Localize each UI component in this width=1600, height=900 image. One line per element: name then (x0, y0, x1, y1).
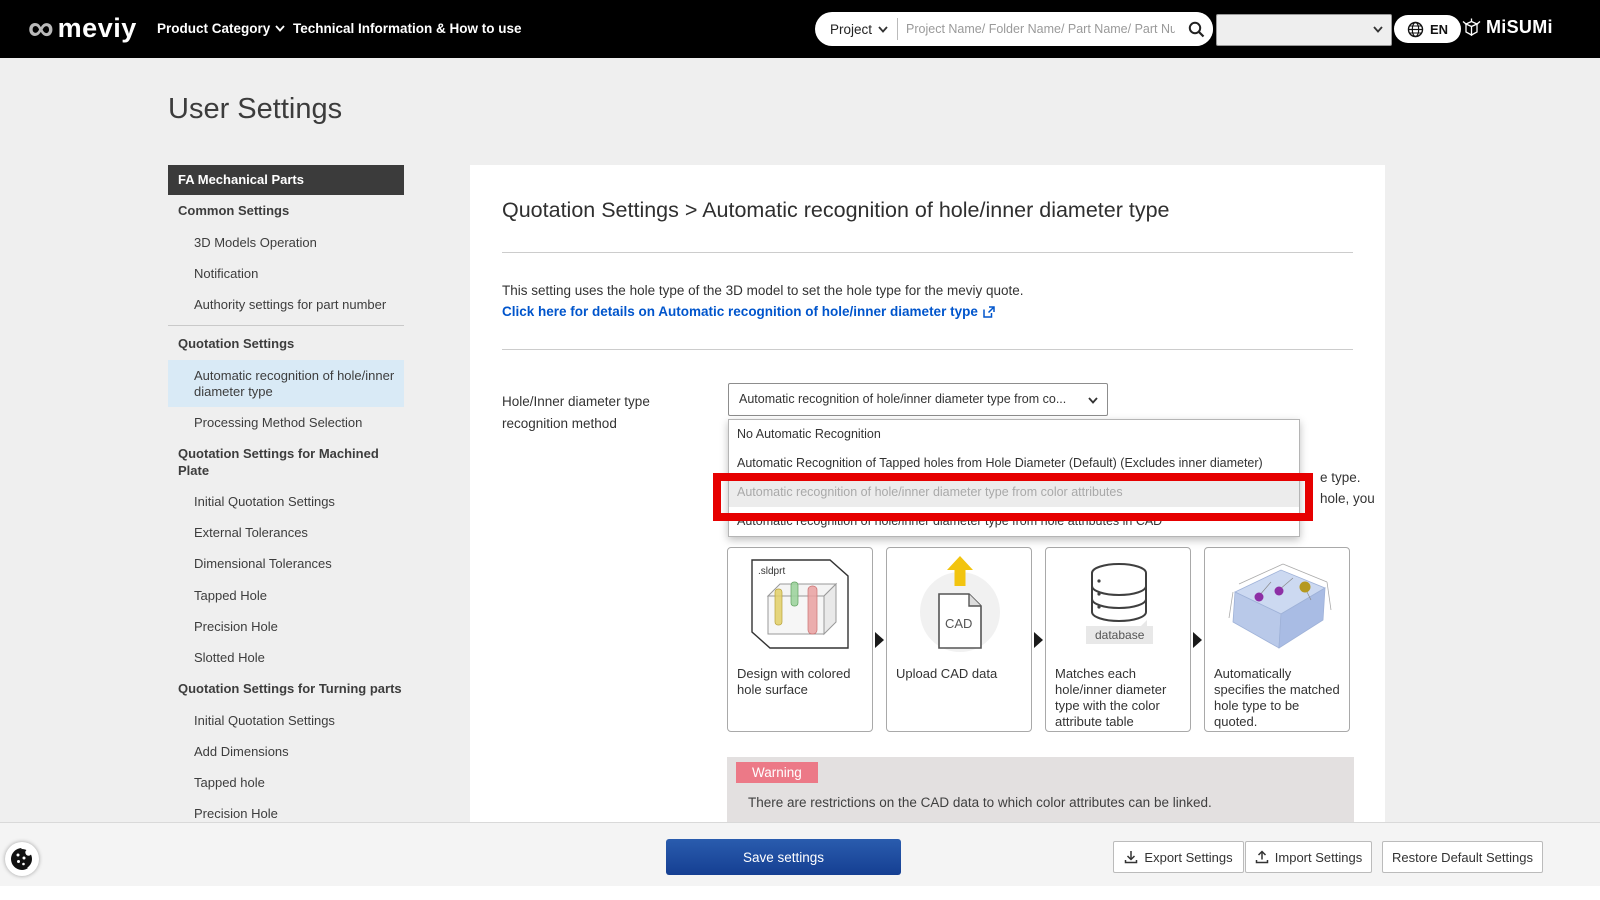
chevron-down-icon (878, 25, 888, 33)
card-caption: Automatically specifies the matched hole… (1214, 666, 1340, 729)
svg-text:.sldprt: .sldprt (758, 566, 785, 577)
divider (502, 349, 1353, 350)
sidebar-item[interactable]: Authority settings for part number (168, 289, 404, 320)
sidebar-item: FA Mechanical Parts (168, 165, 404, 196)
top-navbar: ∞ meviy Product Category Technical Infor… (0, 0, 1600, 58)
meviy-logo[interactable]: ∞ meviy (28, 7, 137, 48)
search-scope-select[interactable]: Project (815, 22, 897, 37)
warning-badge: Warning (736, 762, 818, 783)
sidebar-item[interactable]: Processing Method Selection (168, 407, 404, 438)
quoted-part-icon (1228, 563, 1332, 649)
page-title: User Settings (168, 93, 343, 125)
save-settings-button[interactable]: Save settings (666, 839, 901, 875)
sidebar-item[interactable]: External Tolerances (168, 517, 404, 548)
warning-text: There are restrictions on the CAD data t… (748, 795, 1212, 810)
obscured-text-fragment: hole, you (1320, 491, 1375, 506)
cookie-icon (11, 848, 32, 870)
export-settings-button[interactable]: Export Settings (1113, 841, 1244, 873)
sidebar: FA Mechanical Parts Common Settings 3D Mod… (168, 165, 404, 892)
selected-value: Automatic recognition of hole/inner diam… (739, 392, 1067, 406)
restore-default-settings-button[interactable]: Restore Default Settings (1382, 841, 1543, 873)
obscured-text-fragment: e type. (1320, 470, 1361, 485)
sldprt-cube-icon: .sldprt (751, 559, 849, 649)
sidebar-item[interactable]: Initial Quotation Settings (168, 486, 404, 517)
sidebar-item[interactable]: Add Dimensions (168, 736, 404, 767)
language-label: EN (1430, 21, 1449, 37)
sidebar-item[interactable]: Quotation Settings for Turning parts (168, 673, 404, 704)
card-color-attribute-match: database Matches each hole/inner diamete… (1045, 547, 1191, 732)
sidebar-item[interactable]: Precision Hole (168, 611, 404, 642)
meviy-logo-mark-icon: ∞ (28, 7, 54, 48)
sidebar-item[interactable]: Common Settings (168, 195, 404, 226)
cad-file-icon: CAD (938, 593, 982, 649)
sidebar-item[interactable]: Initial Quotation Settings (168, 705, 404, 736)
sidebar-item[interactable]: Quotation Settings for Machined Plate (168, 438, 404, 486)
sidebar-item[interactable]: Slotted Hole (168, 642, 404, 673)
search-icon (1188, 21, 1204, 37)
database-label: database (1086, 620, 1154, 644)
misumi-logo-text: MiSUMi (1486, 17, 1553, 37)
misumi-box-icon (1462, 18, 1481, 37)
card-caption: Design with colored hole surface (737, 666, 851, 697)
external-link-icon (983, 305, 995, 318)
language-switcher[interactable]: EN (1394, 15, 1462, 43)
card-design-colored-holes: .sldprt Design with colored hole surface (727, 547, 873, 732)
step-arrow-icon (873, 547, 886, 732)
download-icon (1125, 851, 1138, 864)
header-dropdown[interactable] (1216, 14, 1392, 46)
action-footer: Save settings Export Settings Import Set… (0, 822, 1600, 886)
recognition-method-select[interactable]: Automatic recognition of hole/inner diam… (728, 383, 1108, 416)
chevron-down-icon (1373, 26, 1383, 33)
card-caption: Upload CAD data (896, 666, 998, 681)
global-search: Project (815, 12, 1213, 46)
nav-technical-information[interactable]: Technical Information & How to use (293, 21, 522, 36)
divider (502, 252, 1353, 253)
step-arrow-icon (1191, 547, 1204, 732)
process-cards: .sldprt Design with colored hole surface… (727, 547, 1350, 732)
search-button[interactable] (1179, 12, 1213, 46)
sidebar-item[interactable]: Tapped Hole (168, 580, 404, 611)
meviy-logo-text: meviy (57, 12, 137, 43)
import-settings-button[interactable]: Import Settings (1245, 841, 1372, 873)
card-caption: Matches each hole/inner diameter type wi… (1055, 666, 1167, 729)
nav-product-category[interactable]: Product Category (157, 21, 285, 36)
details-link[interactable]: Click here for details on Automatic reco… (502, 304, 995, 319)
upload-icon (1255, 850, 1269, 864)
chevron-down-icon (1088, 397, 1098, 404)
red-highlight-annotation (713, 473, 1313, 521)
sidebar-item[interactable]: Quotation Settings (168, 328, 404, 359)
card-auto-quote: Automatically specifies the matched hole… (1204, 547, 1350, 732)
sidebar-item[interactable]: Dimensional Tolerances (168, 548, 404, 579)
globe-icon (1407, 21, 1424, 37)
sidebar-divider (168, 325, 404, 327)
card-upload-cad: CAD Upload CAD data (886, 547, 1032, 732)
sidebar-item[interactable]: 3D Models Operation (168, 227, 404, 258)
search-input[interactable] (898, 22, 1179, 36)
content-panel: Quotation Settings > Automatic recogniti… (470, 165, 1385, 865)
database-icon (1091, 563, 1147, 622)
svg-text:CAD: CAD (945, 616, 972, 631)
dropdown-option[interactable]: No Automatic Recognition (729, 420, 1299, 449)
misumi-logo[interactable]: MiSUMi (1462, 17, 1553, 38)
recognition-method-label: Hole/Inner diameter type recognition met… (502, 394, 650, 431)
upload-arrow-icon (947, 556, 973, 586)
chevron-down-icon (275, 25, 285, 32)
sidebar-item[interactable]: Tapped hole (168, 767, 404, 798)
sidebar-item[interactable]: Automatic recognition of hole/inner diam… (168, 359, 404, 407)
setting-description: This setting uses the hole type of the 3… (502, 283, 1024, 298)
section-title: Quotation Settings > Automatic recogniti… (502, 198, 1170, 222)
sidebar-item[interactable]: Notification (168, 258, 404, 289)
cookie-consent-button[interactable] (5, 842, 39, 876)
step-arrow-icon (1032, 547, 1045, 732)
